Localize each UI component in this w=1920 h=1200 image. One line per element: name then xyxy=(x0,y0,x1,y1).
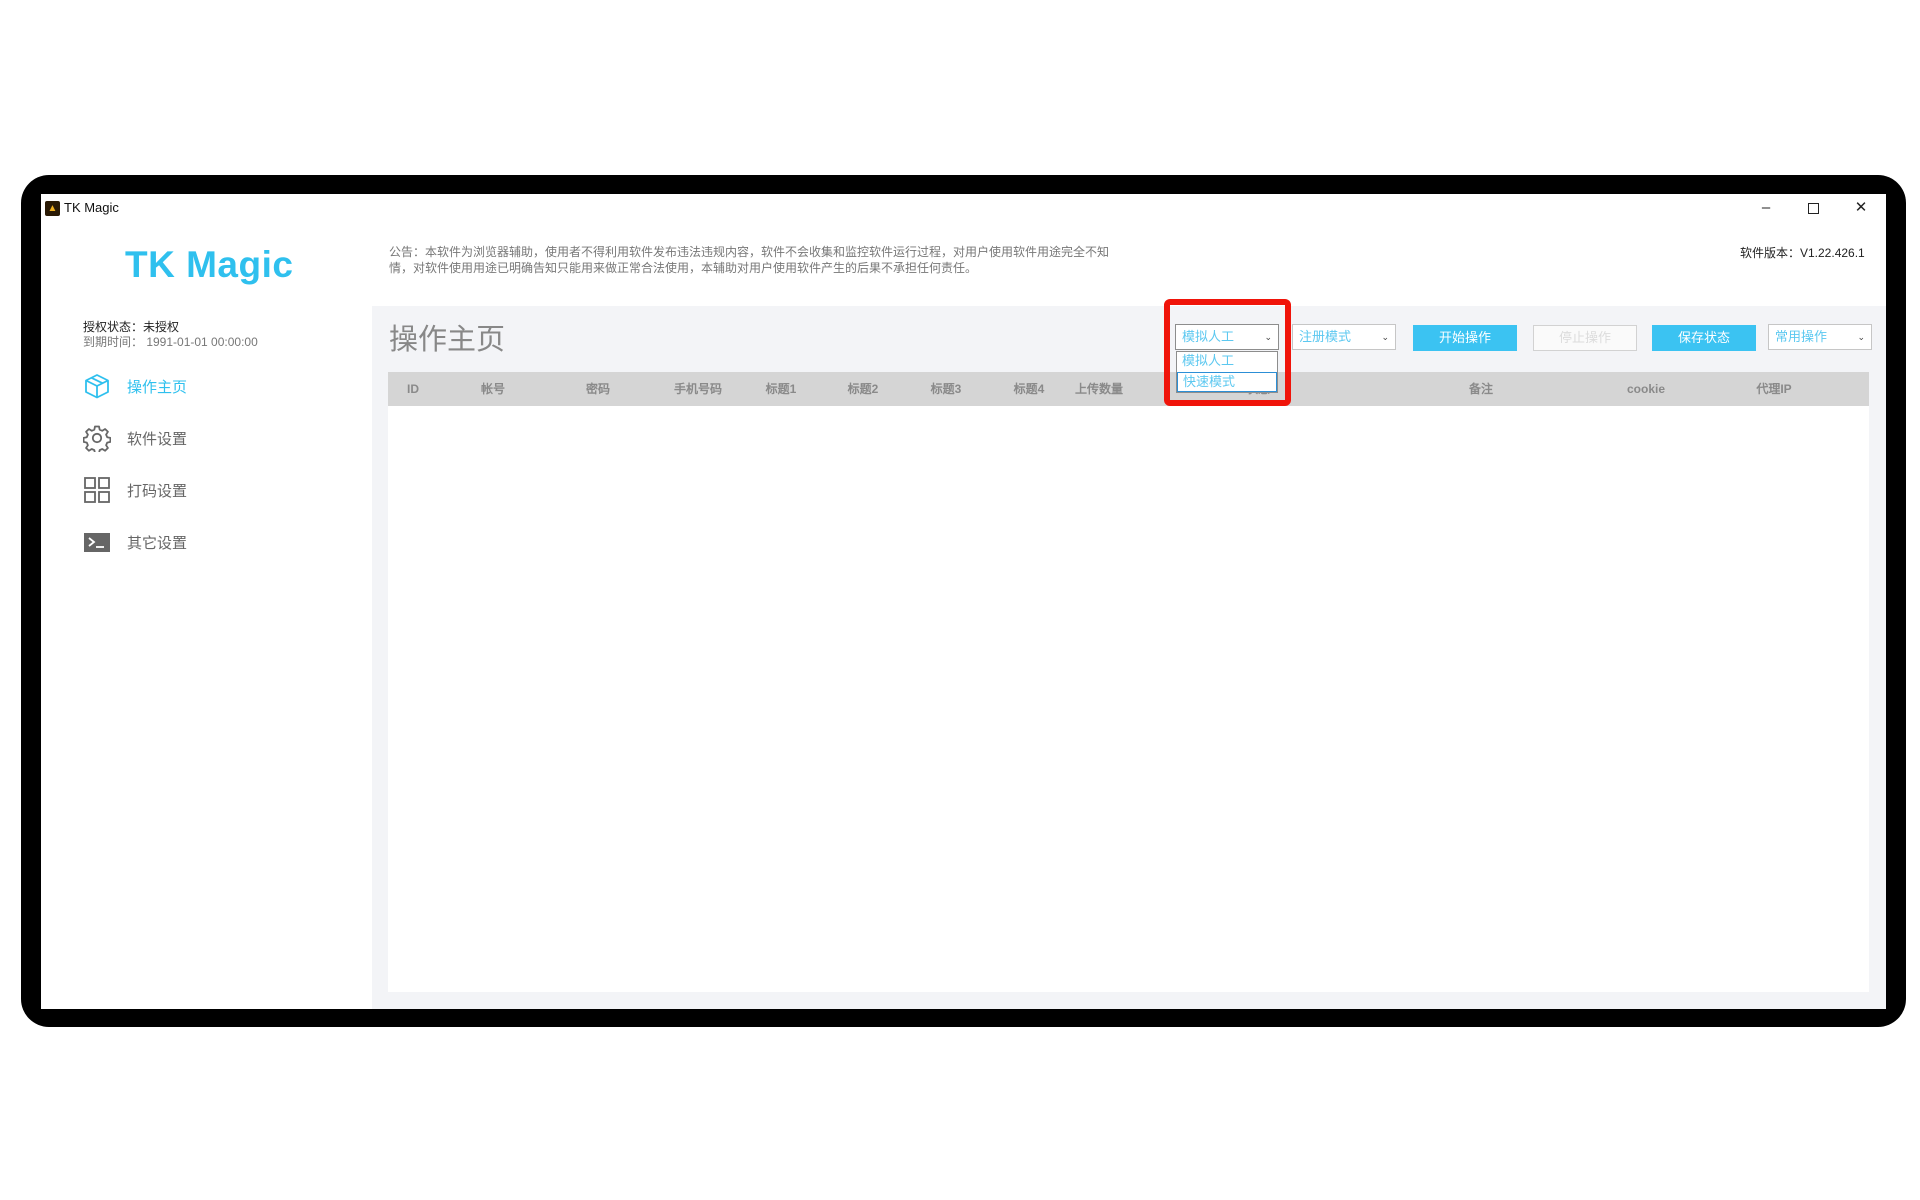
close-button[interactable]: ✕ xyxy=(1841,196,1881,220)
app-window: ▲ TK Magic – ✕ TK Magic 授权状态：未授权 到期时间： 1… xyxy=(41,194,1886,1009)
column-header[interactable]: 标题4 xyxy=(994,372,1064,406)
version-label: 软件版本：V1.22.426.1 xyxy=(1740,246,1865,260)
stop-button[interactable]: 停止操作 xyxy=(1533,325,1637,351)
column-header[interactable]: cookie xyxy=(1606,372,1686,406)
auth-expire: 到期时间： 1991-01-01 00:00:00 xyxy=(83,335,258,349)
gear-icon xyxy=(83,424,111,452)
brand-logo: TK Magic xyxy=(125,244,294,285)
annotation-highlight-box xyxy=(1164,299,1291,406)
column-header[interactable]: 上传数量 xyxy=(1059,372,1139,406)
column-header[interactable]: 备注 xyxy=(1441,372,1521,406)
column-header[interactable]: 标题3 xyxy=(911,372,981,406)
sidebar-item-label: 打码设置 xyxy=(127,482,188,500)
column-header[interactable]: 帐号 xyxy=(448,372,538,406)
start-button[interactable]: 开始操作 xyxy=(1413,325,1517,351)
minimize-button[interactable]: – xyxy=(1746,196,1786,220)
column-header[interactable]: ID xyxy=(388,372,438,406)
sidebar-item-home[interactable]: 操作主页 xyxy=(83,370,323,402)
terminal-icon xyxy=(83,528,111,556)
sidebar-item-captcha-settings[interactable]: 打码设置 xyxy=(83,474,323,506)
chevron-down-icon: ⌄ xyxy=(1857,332,1865,342)
app-logo-icon: ▲ xyxy=(45,201,60,216)
common-select-value: 常用操作 xyxy=(1775,329,1828,344)
sidebar-item-label: 软件设置 xyxy=(127,430,188,448)
column-header[interactable]: 代理IP xyxy=(1734,372,1814,406)
register-select-value: 注册模式 xyxy=(1299,329,1352,344)
column-header[interactable]: 手机号码 xyxy=(658,372,738,406)
column-header[interactable]: 标题1 xyxy=(746,372,816,406)
title-bar: ▲ TK Magic – ✕ xyxy=(41,194,1886,222)
grid-icon xyxy=(83,476,111,504)
accounts-table: ID 帐号 密码 手机号码 标题1 标题2 标题3 标题4 上传数量 状态 备注… xyxy=(388,372,1869,992)
announcement-text: 公告：本软件为浏览器辅助，使用者不得利用软件发布违法违规内容，软件不会收集和监控… xyxy=(389,245,1110,275)
register-mode-select[interactable]: 注册模式 ⌄ xyxy=(1292,324,1396,350)
sidebar-item-label: 其它设置 xyxy=(127,534,188,552)
sidebar-item-other-settings[interactable]: 其它设置 xyxy=(83,526,323,558)
table-header: ID 帐号 密码 手机号码 标题1 标题2 标题3 标题4 上传数量 状态 备注… xyxy=(388,372,1869,406)
column-header[interactable]: 密码 xyxy=(548,372,648,406)
sidebar-item-label: 操作主页 xyxy=(127,378,188,396)
chevron-down-icon: ⌄ xyxy=(1381,332,1389,342)
common-actions-select[interactable]: 常用操作 ⌄ xyxy=(1768,324,1872,350)
sidebar-item-software-settings[interactable]: 软件设置 xyxy=(83,422,323,454)
maximize-button[interactable] xyxy=(1793,196,1833,220)
page-title: 操作主页 xyxy=(389,324,506,356)
window-title: TK Magic xyxy=(64,200,119,215)
maximize-icon xyxy=(1807,202,1819,214)
column-header[interactable]: 标题2 xyxy=(828,372,898,406)
cube-icon xyxy=(83,372,111,400)
save-state-button[interactable]: 保存状态 xyxy=(1652,325,1756,351)
